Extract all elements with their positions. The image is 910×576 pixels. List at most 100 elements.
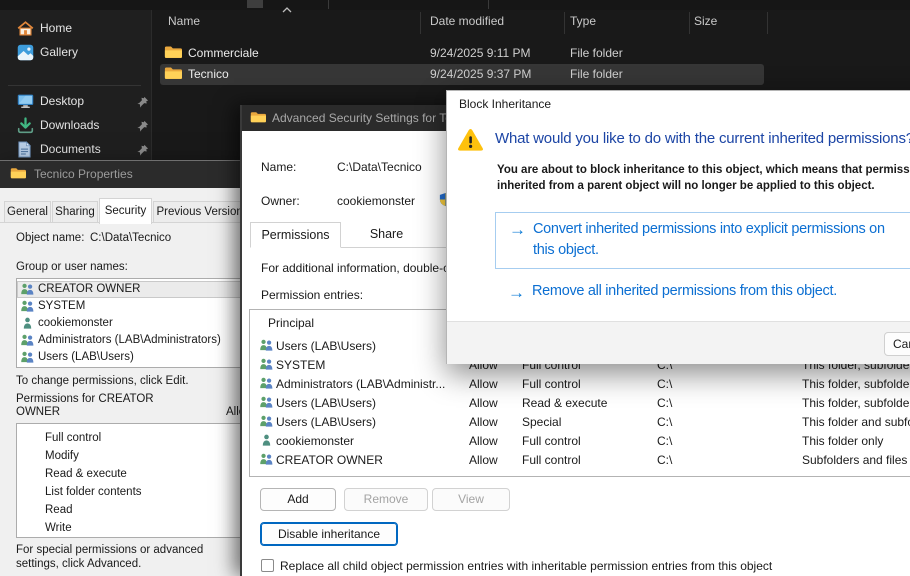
principal-name: CREATOR OWNER — [38, 283, 140, 295]
properties-dialog: Tecnico Properties General Sharing Secur… — [0, 160, 253, 576]
list-item-creator-owner[interactable]: CREATOR OWNER — [17, 281, 241, 298]
explorer-toolbar-strip — [0, 0, 910, 10]
sidebar-item-gallery[interactable]: Gallery — [0, 41, 151, 65]
cell-applies-to: This folder only — [802, 434, 883, 448]
permissions-for-label: Permissions for CREATOR OWNER — [16, 393, 184, 419]
cell-type: Allow — [469, 415, 498, 429]
cell-inherited-from: C:\ — [657, 415, 672, 429]
folder-icon — [10, 167, 26, 180]
view-button[interactable]: View — [432, 488, 510, 511]
group-icon — [20, 283, 35, 295]
disable-inheritance-button[interactable]: Disable inheritance — [260, 522, 398, 546]
tab-share[interactable]: Share — [342, 222, 431, 248]
name-label: Name: — [261, 160, 296, 174]
sidebar-item-downloads[interactable]: Downloads — [0, 114, 151, 138]
group-icon — [259, 339, 274, 351]
list-item-users[interactable]: Users (LAB\Users) — [17, 349, 241, 366]
table-row[interactable]: Administrators (LAB\Administr... Allow F… — [250, 374, 910, 393]
properties-title: Tecnico Properties — [34, 167, 133, 181]
cell-applies-to: This folder, subfolders and files — [802, 396, 910, 410]
column-divider[interactable] — [767, 12, 768, 34]
group-icon — [259, 377, 274, 389]
dialog-footer: Cancel — [447, 321, 910, 364]
add-button[interactable]: Add — [260, 488, 336, 511]
tab-security[interactable]: Security — [99, 198, 152, 224]
table-row[interactable]: CREATOR OWNER Allow Full control C:\ Sub… — [250, 450, 910, 469]
toolbar-divider — [488, 0, 489, 9]
cell-principal: Users (LAB\Users) — [276, 396, 376, 410]
screenshot-canvas: Home Gallery Desktop Downloads Documents — [0, 0, 910, 576]
convert-option-line1: Convert inherited permissions into expli… — [533, 219, 885, 240]
principal-name: SYSTEM — [38, 300, 85, 312]
scrollbar-thumb[interactable] — [247, 0, 263, 8]
file-type: File folder — [570, 46, 623, 60]
table-row[interactable]: cookiemonster Allow Full control C:\ Thi… — [250, 431, 910, 450]
file-row-commerciale[interactable]: Commerciale 9/24/2025 9:11 PM File folde… — [160, 43, 764, 64]
object-name-label: Object name: — [16, 232, 84, 244]
sort-ascending-icon — [282, 7, 292, 13]
sidebar-item-desktop[interactable]: Desktop — [0, 90, 151, 114]
convert-permissions-command-link[interactable]: → Convert inherited permissions into exp… — [495, 212, 910, 269]
sidebar-item-documents[interactable]: Documents — [0, 138, 151, 162]
cell-access: Full control — [522, 434, 581, 448]
table-row[interactable]: Users (LAB\Users) Allow Special C:\ This… — [250, 412, 910, 431]
cell-applies-to: This folder and subfolders — [802, 415, 910, 429]
column-header-type[interactable]: Type — [570, 14, 596, 42]
table-row[interactable]: Users (LAB\Users) Allow Read & execute C… — [250, 393, 910, 412]
permission-read-execute[interactable]: Read & execute — [45, 468, 127, 480]
cell-principal: SYSTEM — [276, 358, 325, 372]
column-divider[interactable] — [420, 12, 421, 34]
file-row-tecnico-selected[interactable]: Tecnico 9/24/2025 9:37 PM File folder — [160, 64, 764, 85]
permission-entries-label: Permission entries: — [261, 288, 363, 302]
column-header-name[interactable]: Name — [168, 14, 200, 42]
cell-inherited-from: C:\ — [657, 453, 672, 467]
tab-general[interactable]: General — [4, 201, 51, 223]
list-item-system[interactable]: SYSTEM — [17, 298, 241, 315]
permission-read[interactable]: Read — [45, 504, 73, 516]
replace-permissions-label: Replace all child object permission entr… — [280, 559, 772, 573]
cancel-button[interactable]: Cancel — [884, 332, 910, 356]
cell-access: Read & execute — [522, 396, 607, 410]
group-icon — [20, 334, 35, 346]
tab-sharing[interactable]: Sharing — [52, 201, 98, 223]
replace-permissions-checkbox[interactable] — [261, 559, 274, 572]
properties-titlebar: Tecnico Properties — [0, 161, 252, 188]
object-name-value: C:\Data\Tecnico — [90, 232, 171, 244]
column-header-principal[interactable]: Principal — [268, 316, 314, 330]
column-divider[interactable] — [689, 12, 690, 34]
file-type: File folder — [570, 67, 623, 81]
cell-applies-to: Subfolders and files only — [802, 453, 910, 467]
sidebar-item-home[interactable]: Home — [0, 17, 151, 41]
convert-option-line2: this object. — [533, 240, 599, 261]
sidebar-item-label: Downloads — [40, 118, 99, 132]
cell-applies-to: This folder, subfolders and files — [802, 377, 910, 391]
cell-access: Special — [522, 415, 561, 429]
group-user-list: CREATOR OWNER SYSTEM cookiemonster Admin… — [16, 278, 242, 368]
permission-full-control[interactable]: Full control — [45, 432, 101, 444]
column-header-date-modified[interactable]: Date modified — [430, 14, 504, 42]
pin-icon — [137, 120, 149, 132]
remove-button[interactable]: Remove — [344, 488, 428, 511]
user-icon — [20, 317, 35, 329]
sidebar-item-label: Gallery — [40, 45, 78, 59]
column-header-size[interactable]: Size — [694, 14, 717, 42]
group-icon — [20, 351, 35, 363]
file-name: Tecnico — [188, 67, 229, 81]
sidebar-separator — [8, 85, 141, 86]
group-user-names-label: Group or user names: — [16, 261, 128, 273]
list-item-administrators[interactable]: Administrators (LAB\Administrators) — [17, 332, 241, 349]
cell-inherited-from: C:\ — [657, 396, 672, 410]
owner-value: cookiemonster — [337, 194, 415, 208]
permission-write[interactable]: Write — [45, 522, 72, 534]
name-value: C:\Data\Tecnico — [337, 160, 422, 174]
column-divider[interactable] — [564, 12, 565, 34]
group-icon — [259, 453, 274, 465]
group-icon — [259, 396, 274, 408]
arrow-right-icon: → — [508, 283, 525, 303]
list-item-cookiemonster[interactable]: cookiemonster — [17, 315, 241, 332]
permission-list-folder-contents[interactable]: List folder contents — [45, 486, 142, 498]
permission-modify[interactable]: Modify — [45, 450, 79, 462]
tab-permissions[interactable]: Permissions — [250, 222, 341, 248]
cell-access: Full control — [522, 453, 581, 467]
tab-previous-versions[interactable]: Previous Versions — [153, 201, 252, 223]
